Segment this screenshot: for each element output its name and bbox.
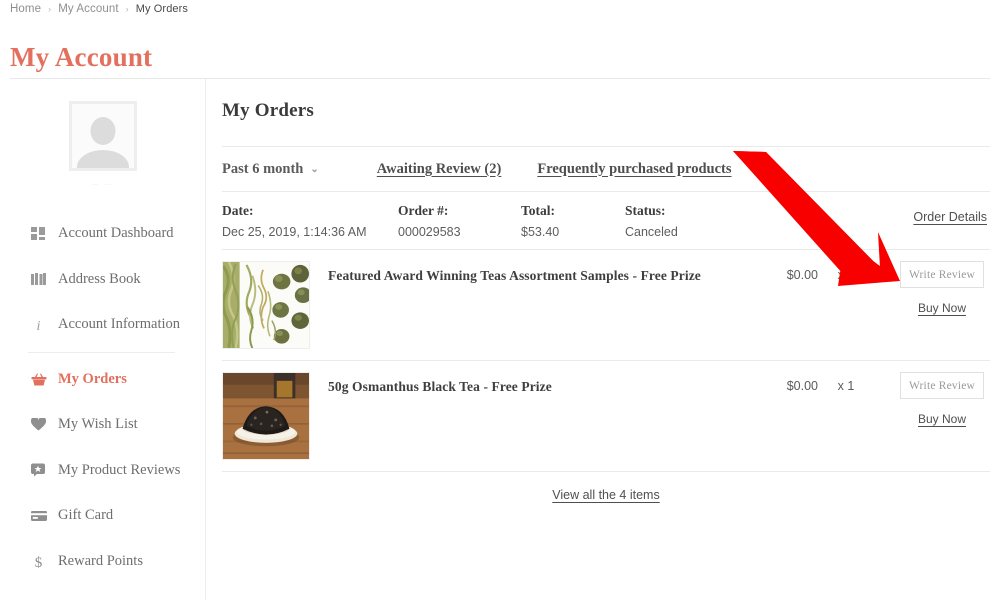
sidebar-item-label: Address Book: [58, 270, 141, 287]
sidebar-item-my-orders[interactable]: My Orders: [0, 357, 205, 403]
sidebar-item-label: Account Dashboard: [58, 225, 174, 242]
black-tea-bowl-photo: [223, 373, 309, 459]
product-name[interactable]: 50g Osmanthus Black Tea - Free Prize: [328, 378, 748, 396]
status-badge: Canceled: [625, 224, 678, 239]
main-content: My Orders Past 6 month ⌄ Awaiting Review…: [222, 100, 990, 518]
avatar-body-shape: [76, 150, 129, 168]
avatar-block: — —: [0, 101, 205, 188]
product-quantity: x 1: [837, 379, 855, 393]
account-sidebar: — — Account Dashboard Address Book i Acc…: [0, 79, 205, 600]
order-total-value: $53.40: [521, 224, 560, 239]
order-item-row: Featured Award Winning Teas Assortment S…: [222, 250, 990, 360]
sidebar-item-label: My Wish List: [58, 416, 138, 433]
sidebar-item-label: Account Information: [58, 316, 181, 333]
order-item-actions: Write Review Buy Now: [894, 261, 990, 315]
breadcrumb-separator-icon: ›: [48, 4, 52, 14]
order-status-label: Status:: [625, 202, 666, 218]
period-filter-label: Past 6 month: [222, 160, 304, 177]
frequently-purchased-link[interactable]: Frequently purchased products: [537, 161, 731, 178]
basket-icon: [30, 371, 47, 387]
avatar-caption: — —: [91, 181, 114, 188]
sidebar-item-gift-card[interactable]: Gift Card: [0, 493, 205, 539]
account-nav: Account Dashboard Address Book i Account…: [0, 211, 205, 584]
sidebar-item-label: Gift Card: [58, 507, 114, 524]
sidebar-item-address-book[interactable]: Address Book: [0, 257, 205, 303]
svg-text:i: i: [37, 319, 41, 332]
page-title: My Account: [10, 42, 153, 72]
credit-card-icon: [30, 508, 47, 524]
buy-now-link[interactable]: Buy Now: [918, 412, 966, 426]
sidebar-item-account-information[interactable]: i Account Information: [0, 302, 205, 348]
svg-text:$: $: [35, 555, 43, 569]
my-orders-page: Home › My Account › My Orders My Account…: [0, 0, 1000, 600]
sidebar-item-account-dashboard[interactable]: Account Dashboard: [0, 211, 205, 257]
order-total-cell: Total: $53.40: [521, 203, 625, 239]
order-total-label: Total:: [521, 202, 556, 218]
breadcrumb-item-my-account[interactable]: My Account: [58, 3, 118, 15]
order-status-cell: Status: Canceled: [625, 203, 795, 239]
order-number-label: Order #:: [398, 202, 449, 218]
breadcrumb-item-my-orders: My Orders: [135, 3, 188, 15]
order-summary-row: Date: Dec 25, 2019, 1:14:36 AM Order #: …: [222, 192, 990, 249]
product-price: $0.00: [786, 268, 818, 282]
view-all-items-link[interactable]: View all the 4 items: [552, 488, 659, 502]
breadcrumb: Home › My Account › My Orders: [10, 3, 188, 15]
avatar-head-shape: [90, 117, 115, 145]
orders-filter-bar: Past 6 month ⌄ Awaiting Review (2) Frequ…: [222, 147, 990, 191]
order-item-actions: Write Review Buy Now: [894, 372, 990, 426]
write-review-button[interactable]: Write Review: [900, 261, 984, 288]
sidebar-item-reward-points[interactable]: $ Reward Points: [0, 539, 205, 585]
order-details-link[interactable]: Order Details: [913, 210, 987, 224]
chevron-down-icon: ⌄: [310, 163, 319, 175]
dashboard-grid-icon: [30, 226, 47, 242]
product-quantity: x 1: [837, 268, 855, 282]
product-thumbnail[interactable]: [222, 261, 310, 349]
write-review-button[interactable]: Write Review: [900, 372, 984, 399]
sidebar-item-label: My Orders: [58, 370, 127, 387]
order-date-label: Date:: [222, 202, 254, 218]
order-item-row: 50g Osmanthus Black Tea - Free Prize $0.…: [222, 361, 990, 471]
dollar-icon: $: [30, 553, 47, 569]
avatar: [68, 101, 137, 171]
review-bubble-icon: [30, 462, 47, 478]
sidebar-item-label: Reward Points: [58, 552, 143, 569]
breadcrumb-separator-icon: ›: [125, 4, 129, 14]
sidebar-divider: [28, 351, 175, 353]
sidebar-column-divider: [205, 79, 206, 600]
sidebar-item-my-product-reviews[interactable]: My Product Reviews: [0, 448, 205, 494]
green-tea-leaves-photo: [223, 262, 309, 348]
order-number-cell: Order #: 000029583: [398, 203, 521, 239]
product-price: $0.00: [786, 379, 818, 393]
address-book-icon: [30, 271, 47, 287]
order-date-value: Dec 25, 2019, 1:14:36 AM: [222, 224, 367, 239]
breadcrumb-item-home[interactable]: Home: [10, 3, 41, 15]
buy-now-link[interactable]: Buy Now: [918, 301, 966, 315]
product-name[interactable]: Featured Award Winning Teas Assortment S…: [328, 267, 748, 285]
view-all-wrap: View all the 4 items: [222, 472, 990, 518]
awaiting-review-link[interactable]: Awaiting Review (2): [377, 161, 502, 178]
sidebar-item-label: My Product Reviews: [58, 461, 181, 478]
heart-icon: [30, 417, 47, 433]
info-icon: i: [30, 317, 47, 333]
section-title: My Orders: [222, 100, 315, 121]
sidebar-item-my-wish-list[interactable]: My Wish List: [0, 402, 205, 448]
period-filter-dropdown[interactable]: Past 6 month ⌄: [222, 161, 319, 178]
order-date-cell: Date: Dec 25, 2019, 1:14:36 AM: [222, 203, 398, 239]
product-thumbnail[interactable]: [222, 372, 310, 460]
order-number-value: 000029583: [398, 224, 461, 239]
